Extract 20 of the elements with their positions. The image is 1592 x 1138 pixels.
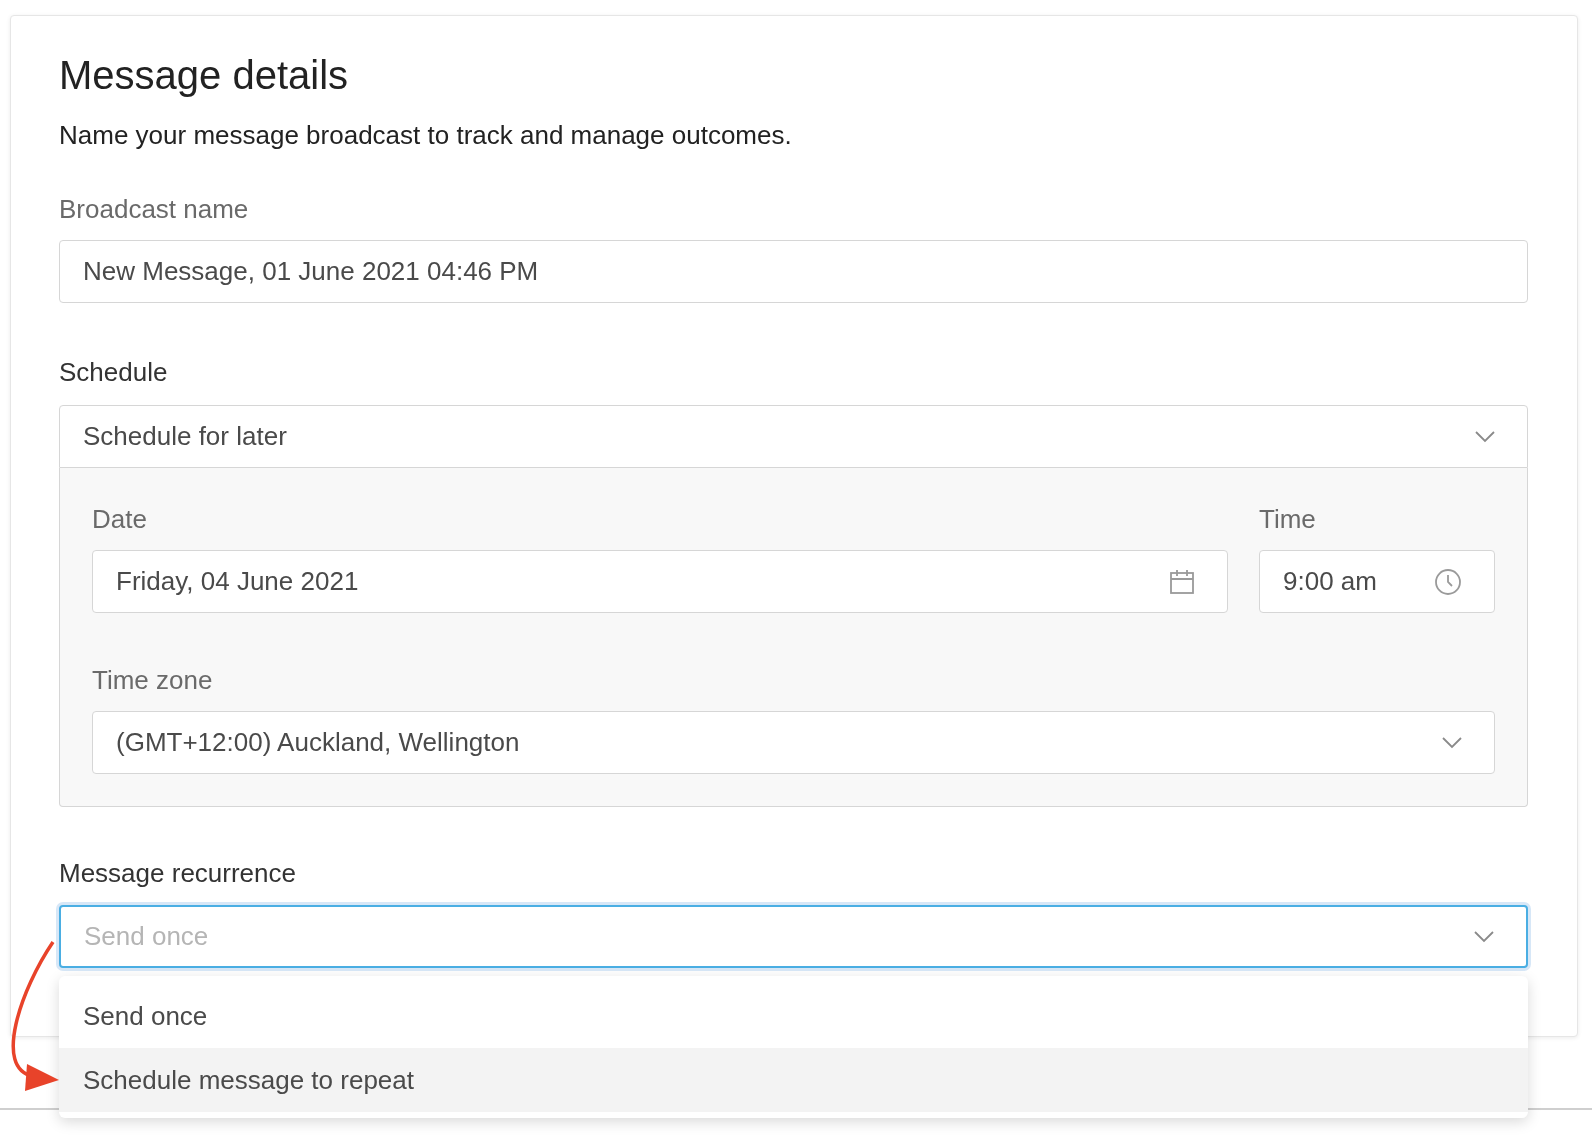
field-label: Date (92, 503, 148, 535)
dropdown-option[interactable]: Send once (59, 984, 1528, 1048)
clock-icon (1434, 567, 1462, 596)
chevron-down-icon (1474, 930, 1494, 943)
select-field[interactable]: (GMT+12:00) Auckland, Wellington (92, 711, 1495, 774)
date-input[interactable]: Friday, 04 June 2021 (92, 550, 1228, 613)
calendar-icon (1169, 568, 1195, 595)
select-field[interactable]: Schedule for later (59, 405, 1528, 468)
page-title: Message details (59, 52, 350, 99)
page-description: Name your message broadcast to track and manage outcomes. (59, 119, 793, 151)
field-label: Message recurrence (59, 857, 297, 889)
chevron-down-icon (1442, 736, 1462, 749)
field-label: Time zone (92, 664, 214, 696)
text-input[interactable]: New Message, 01 June 2021 04:46 PM (59, 240, 1528, 303)
dropdown-option[interactable]: Schedule message to repeat (59, 1048, 1528, 1112)
time-input[interactable]: 9:00 am (1259, 550, 1495, 613)
field-label: Time (1259, 503, 1317, 535)
field-label: Schedule (59, 356, 169, 388)
field-label: Broadcast name (59, 193, 250, 225)
chevron-down-icon (1475, 430, 1495, 443)
